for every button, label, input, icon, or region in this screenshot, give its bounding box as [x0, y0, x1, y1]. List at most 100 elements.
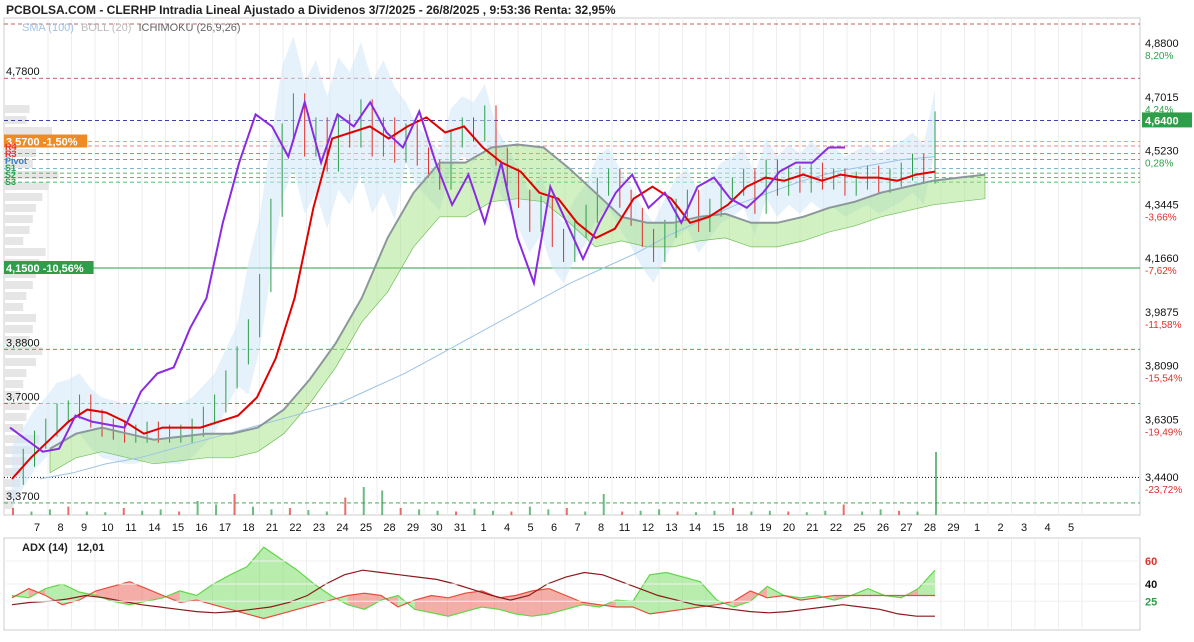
x-tick-label: 15	[172, 522, 184, 534]
y-tick-label: 4,7015	[1145, 92, 1179, 104]
legend-sma[interactable]: SMA (100)	[22, 22, 74, 34]
y-tick-label: 4,1660	[1145, 253, 1179, 265]
volume-bar	[362, 487, 365, 515]
chart-title: PCBOLSA.COM - CLERHP Intradia Lineal Aju…	[6, 3, 616, 17]
x-tick-label: 8	[57, 522, 63, 534]
x-tick-label: 1	[974, 522, 980, 534]
x-tick-label: 18	[242, 522, 254, 534]
x-tick-label: 2	[997, 522, 1003, 534]
volume-bar	[602, 494, 605, 515]
volume-bar	[805, 512, 808, 515]
adx-tick-label: 60	[1145, 556, 1157, 568]
x-tick-label: 18	[736, 522, 748, 534]
volume-bar	[233, 494, 236, 515]
y-tick-pct: -19,49%	[1145, 427, 1182, 438]
x-tick-label: 22	[289, 522, 301, 534]
price-marker-label: 3,5700 -1,50%	[6, 136, 78, 148]
volume-profile-bar	[4, 369, 27, 377]
x-tick-label: 25	[853, 522, 865, 534]
volume-bar	[196, 501, 199, 515]
x-tick-label: 3	[1021, 522, 1027, 534]
left-level-label: 3,3700	[6, 491, 40, 503]
volume-bar	[547, 509, 550, 515]
volume-bar	[12, 508, 14, 515]
volume-bar	[565, 508, 568, 515]
price-marker-label: 4,1500 -10,56%	[6, 263, 84, 275]
y-tick-label: 3,6305	[1145, 414, 1179, 426]
x-tick-label: 28	[383, 522, 395, 534]
left-level-label: 4,7800	[6, 66, 40, 78]
volume-bar	[731, 508, 734, 515]
x-tick-label: 29	[947, 522, 959, 534]
y-tick-label: 3,9875	[1145, 307, 1179, 319]
legend-boll[interactable]: BOLL (20)	[81, 22, 131, 34]
x-tick-label: 6	[551, 522, 557, 534]
y-tick-pct: -3,66%	[1145, 212, 1177, 223]
x-tick-label: 22	[830, 522, 842, 534]
volume-bar	[621, 511, 624, 515]
y-tick-pct: 0,28%	[1145, 159, 1173, 170]
volume-bar	[251, 506, 254, 515]
di-fill	[666, 572, 684, 612]
volume-profile-bar	[4, 105, 30, 113]
volume-profile-bar	[4, 226, 30, 234]
volume-bar	[713, 510, 716, 515]
volume-bar	[510, 511, 513, 515]
y-tick-label: 4,5230	[1145, 146, 1179, 158]
volume-bar	[935, 452, 937, 515]
y-tick-label: 4,3445	[1145, 199, 1179, 211]
volume-bar	[85, 511, 88, 515]
volume-bar	[916, 511, 919, 515]
volume-profile-bar	[4, 413, 27, 421]
di-fill	[532, 588, 550, 617]
volume-bar	[159, 509, 162, 515]
volume-bar	[141, 510, 144, 515]
volume-bar	[455, 511, 458, 515]
adx-tick-label: 40	[1145, 579, 1157, 591]
di-fill	[700, 581, 717, 607]
x-tick-label: 28	[924, 522, 936, 534]
x-tick-label: 10	[101, 522, 113, 534]
x-tick-label: 5	[1068, 522, 1074, 534]
y-tick-pct: 8,20%	[1145, 51, 1173, 62]
volume-bar	[104, 512, 107, 515]
y-tick-pct: -11,58%	[1145, 320, 1182, 331]
volume-bar	[491, 510, 494, 515]
left-level-label: 3,8800	[6, 337, 40, 349]
bollinger-band	[12, 36, 935, 506]
stock-chart: 4,88008,20%4,70154,24%4,52300,28%4,3445-…	[3, 17, 1192, 631]
x-tick-label: 12	[642, 522, 654, 534]
x-tick-label: 4	[504, 522, 510, 534]
volume-profile-bar	[4, 292, 27, 300]
volume-profile-bar	[4, 281, 33, 289]
x-tick-label: 14	[148, 522, 160, 534]
volume-bar	[898, 510, 901, 515]
volume-bar	[639, 510, 642, 515]
x-tick-label: 29	[407, 522, 419, 534]
y-tick-pct: -15,54%	[1145, 374, 1182, 385]
volume-bar	[768, 510, 771, 515]
y-tick-pct: -23,72%	[1145, 485, 1182, 496]
volume-bar	[695, 512, 698, 515]
volume-bar	[436, 510, 439, 515]
volume-bar	[178, 511, 181, 515]
adx-title: ADX (14)	[22, 542, 68, 554]
legend-ichimoku[interactable]: ICHIMOKU (26,9,26)	[138, 22, 240, 34]
x-tick-label: 27	[900, 522, 912, 534]
volume-bar	[288, 508, 291, 515]
x-tick-label: 11	[619, 522, 630, 534]
x-tick-label: 26	[877, 522, 889, 534]
volume-bar	[787, 511, 790, 515]
x-tick-label: 11	[125, 522, 136, 534]
adx-value: 12,01	[76, 542, 105, 554]
volume-bar	[325, 511, 328, 515]
volume-bar	[48, 509, 51, 515]
x-tick-label: 7	[34, 522, 40, 534]
volume-bar	[842, 504, 845, 515]
volume-profile-bar	[4, 116, 27, 124]
volume-bar	[30, 511, 33, 515]
x-tick-label: 21	[266, 522, 278, 534]
di-fill	[280, 558, 298, 614]
volume-bar	[528, 506, 531, 515]
volume-profile-bar	[4, 193, 43, 201]
